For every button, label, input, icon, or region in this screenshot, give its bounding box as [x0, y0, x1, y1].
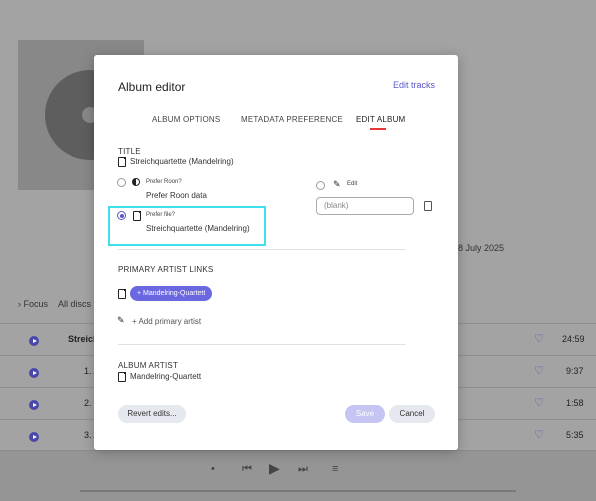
copy-icon[interactable]: [424, 201, 432, 211]
divider: [118, 249, 406, 250]
player-bar: • ⏮ ▶ ⏭ ≡: [0, 450, 596, 501]
edit-label: Edit: [347, 181, 358, 187]
title-section-label: TITLE: [118, 147, 141, 156]
artist-chip[interactable]: + Mandelring-Quartett: [130, 286, 213, 301]
album-artist-value: Mandelring-Quartett: [130, 372, 202, 381]
pencil-icon: ✎: [117, 315, 125, 325]
divider: [118, 344, 406, 345]
save-button[interactable]: Save: [345, 405, 385, 423]
edit-radio[interactable]: [316, 181, 325, 190]
file-icon: [118, 157, 126, 167]
focus-button[interactable]: › Focus: [18, 299, 48, 309]
focus-label: Focus: [23, 299, 49, 309]
file-icon: [118, 372, 126, 382]
track-duration: 5:35: [566, 430, 584, 440]
heart-icon[interactable]: ♡: [534, 332, 544, 345]
play-pause-icon[interactable]: ▶: [269, 460, 280, 477]
selection-highlight: [108, 206, 266, 246]
file-icon: [118, 289, 126, 299]
previous-icon[interactable]: ⏮: [242, 463, 252, 476]
album-artist-label: ALBUM ARTIST: [118, 361, 179, 370]
heart-icon[interactable]: ♡: [534, 396, 544, 409]
tab-metadata-preference[interactable]: METADATA PREFERENCE: [241, 115, 343, 124]
revert-edits-button[interactable]: Revert edits...: [118, 405, 186, 423]
artist-links-label: PRIMARY ARTIST LINKS: [118, 265, 214, 274]
artist-chip-label: Mandelring-Quartett: [143, 290, 206, 297]
release-date: 8 July 2025: [458, 243, 505, 253]
modal-title: Album editor: [118, 80, 186, 94]
add-primary-artist-label: Add primary artist: [138, 317, 202, 326]
play-icon[interactable]: [29, 400, 39, 410]
album-editor-modal: Album editor Edit tracks ALBUM OPTIONS M…: [94, 55, 458, 450]
current-title: Streichquartette (Mandelring): [130, 157, 234, 166]
queue-icon[interactable]: ≡: [332, 463, 338, 475]
heart-icon[interactable]: ♡: [534, 364, 544, 377]
track-duration: 9:37: [566, 366, 584, 376]
pencil-icon: ✎: [333, 179, 341, 189]
prefer-roon-value: Prefer Roon data: [146, 191, 207, 200]
active-tab-indicator: [370, 128, 386, 130]
prefer-roon-radio[interactable]: [117, 178, 126, 187]
roon-icon: [132, 178, 140, 186]
cancel-button[interactable]: Cancel: [389, 405, 435, 423]
all-discs-label: All discs: [58, 299, 92, 309]
progress-bar[interactable]: [80, 490, 516, 492]
play-icon[interactable]: [29, 368, 39, 378]
add-primary-artist-button[interactable]: + Add primary artist: [132, 317, 201, 326]
all-discs-dropdown[interactable]: All discs ▾: [58, 299, 98, 310]
edit-tracks-link[interactable]: Edit tracks: [393, 80, 435, 90]
prefer-roon-label: Prefer Roon?: [146, 179, 182, 185]
track-duration: 1:58: [566, 398, 584, 408]
dot-icon: •: [211, 463, 215, 475]
play-icon[interactable]: [29, 432, 39, 442]
tab-album-options[interactable]: ALBUM OPTIONS: [152, 115, 220, 124]
heart-icon[interactable]: ♡: [534, 428, 544, 441]
track-duration: 24:59: [562, 334, 585, 344]
play-icon[interactable]: [29, 336, 39, 346]
tab-edit-album[interactable]: EDIT ALBUM: [356, 115, 405, 124]
next-icon[interactable]: ⏭: [298, 463, 308, 476]
title-edit-field[interactable]: (blank): [316, 197, 414, 215]
